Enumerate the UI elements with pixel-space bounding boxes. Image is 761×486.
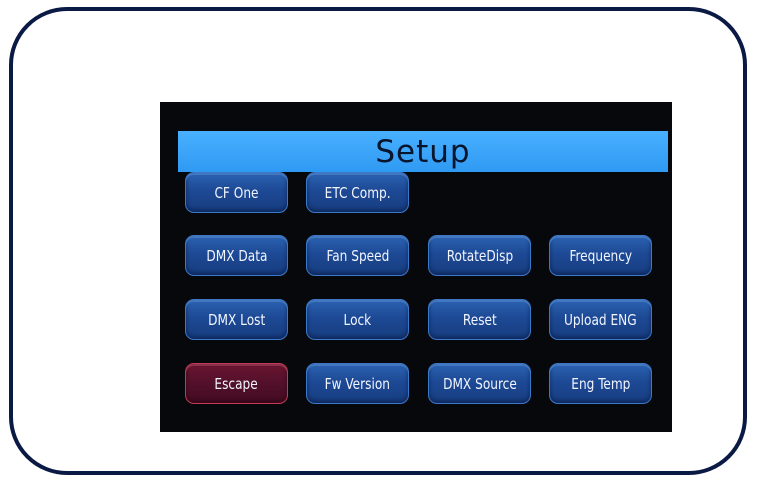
rotate-disp-label: RotateDisp (446, 246, 513, 265)
cf-one-label: CF One (214, 183, 259, 202)
etc-comp-button[interactable]: ETC Comp. (306, 172, 409, 213)
dmx-lost-button[interactable]: DMX Lost (185, 299, 288, 340)
dmx-source-label: DMX Source (442, 374, 517, 393)
lock-label: Lock (343, 310, 372, 329)
eng-temp-label: Eng Temp (570, 374, 631, 393)
fan-speed-button[interactable]: Fan Speed (306, 235, 409, 276)
reset-button[interactable]: Reset (428, 299, 531, 340)
lock-button[interactable]: Lock (306, 299, 409, 340)
eng-temp-button[interactable]: Eng Temp (549, 363, 652, 404)
reset-label: Reset (462, 310, 497, 329)
cf-one-button[interactable]: CF One (185, 172, 288, 213)
escape-label: Escape (214, 374, 259, 393)
etc-comp-label: ETC Comp. (324, 183, 391, 202)
dmx-data-button[interactable]: DMX Data (185, 235, 288, 276)
page-title: Setup (375, 134, 471, 170)
escape-button[interactable]: Escape (185, 363, 288, 404)
upload-eng-button[interactable]: Upload ENG (549, 299, 652, 340)
fw-version-label: Fw Version (324, 374, 391, 393)
dmx-data-label: DMX Data (205, 246, 268, 265)
frequency-button[interactable]: Frequency (549, 235, 652, 276)
dmx-lost-label: DMX Lost (207, 310, 266, 329)
touch-screen: Setup CF One ETC Comp. DMX Data Fan Spee… (160, 102, 672, 432)
frequency-label: Frequency (569, 246, 632, 265)
fw-version-button[interactable]: Fw Version (306, 363, 409, 404)
title-bar: Setup (178, 131, 668, 172)
upload-eng-label: Upload ENG (564, 310, 637, 329)
dmx-source-button[interactable]: DMX Source (428, 363, 531, 404)
rotate-disp-button[interactable]: RotateDisp (428, 235, 531, 276)
fan-speed-label: Fan Speed (326, 246, 389, 265)
